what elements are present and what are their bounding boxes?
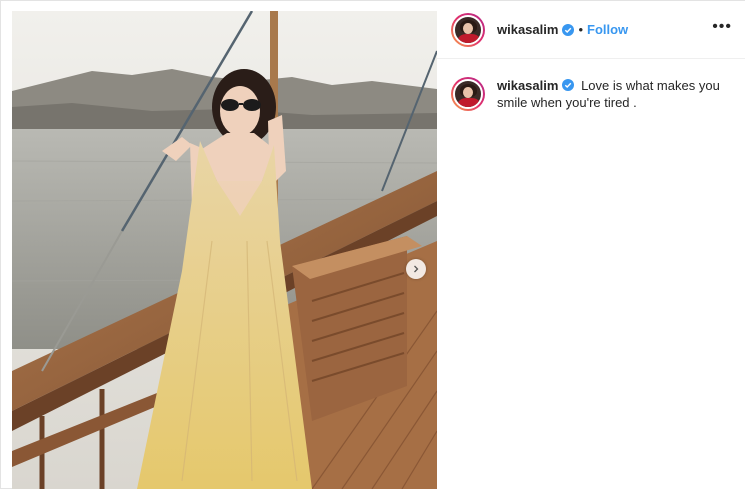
post-image	[12, 11, 437, 489]
verified-badge-icon	[562, 23, 575, 36]
more-options-icon[interactable]: •••	[712, 19, 732, 35]
caption-body: wikasalim Love is what makes you smile w…	[497, 77, 731, 111]
post-side-panel: wikasalim • Follow ••• wikasalim Love is…	[437, 1, 745, 489]
follow-button[interactable]: Follow	[587, 22, 628, 37]
verified-badge-icon	[562, 79, 575, 91]
post-card: wikasalim • Follow ••• wikasalim Love is…	[0, 0, 745, 489]
avatar[interactable]	[451, 12, 485, 47]
avatar-image	[453, 14, 483, 45]
avatar-image	[453, 79, 483, 109]
caption-username-link[interactable]: wikasalim	[497, 78, 558, 93]
carousel-next-button[interactable]	[406, 259, 426, 279]
post-header: wikasalim • Follow •••	[437, 1, 745, 59]
caption: wikasalim Love is what makes you smile w…	[451, 77, 731, 111]
separator-dot: •	[578, 22, 583, 37]
post-photo[interactable]	[12, 11, 437, 489]
caption-avatar[interactable]	[451, 77, 485, 111]
username-link[interactable]: wikasalim	[497, 22, 558, 37]
chevron-right-icon	[414, 265, 419, 273]
